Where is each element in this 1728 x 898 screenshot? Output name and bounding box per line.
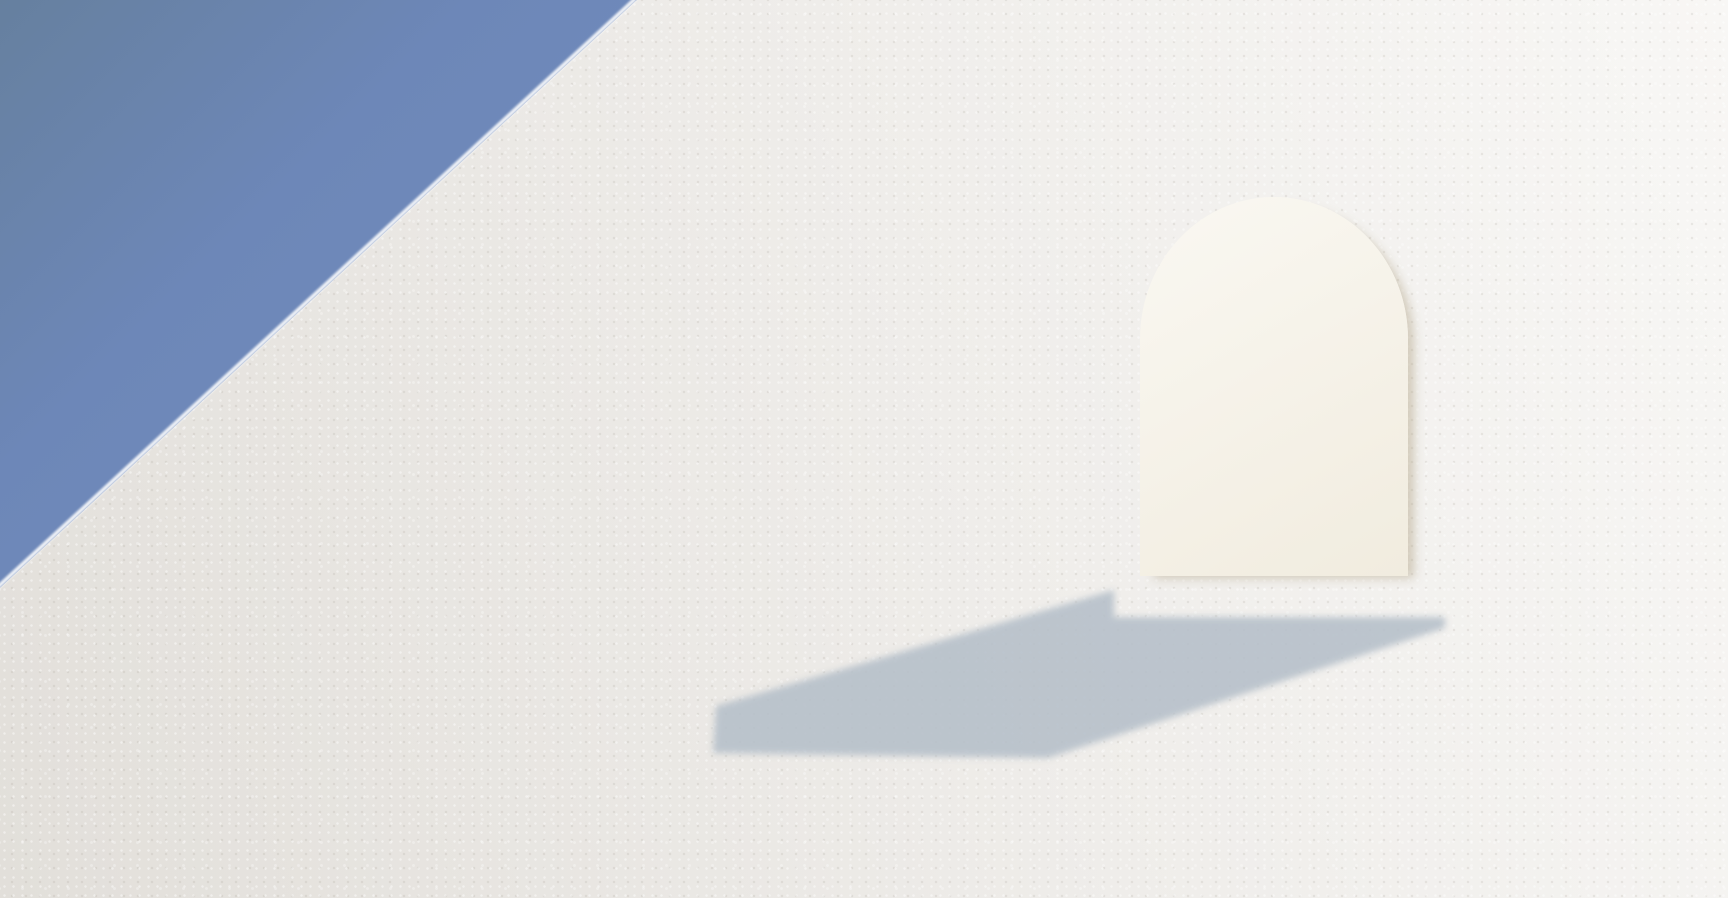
virtual-desktop: My Host New ▶ Refresh Open File Explorer… (0, 0, 1728, 898)
window-arch-trim (1147, 203, 1400, 572)
